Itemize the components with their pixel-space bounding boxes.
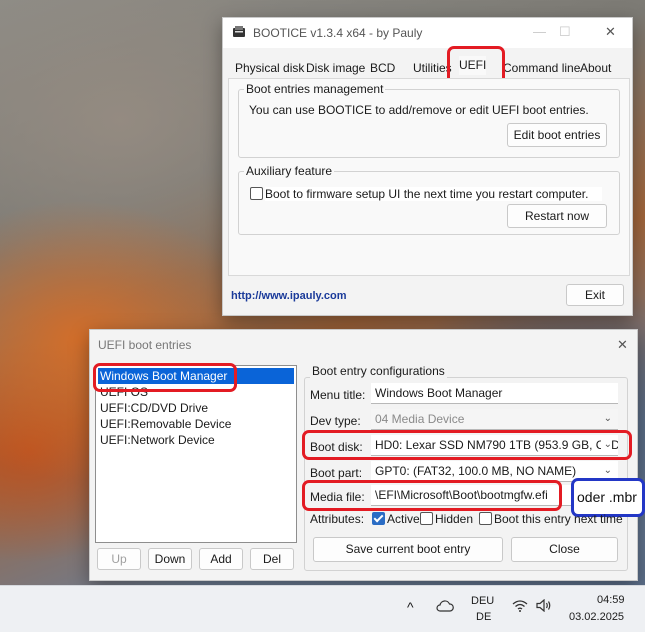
auxiliary-group-label: Auxiliary feature <box>244 164 335 178</box>
boot-part-value: GPT0: (FAT32, 100.0 MB, NO NAME) <box>375 464 577 478</box>
tab-disk-image[interactable]: Disk image <box>306 59 365 78</box>
language-indicator-top[interactable]: DEU <box>471 595 494 607</box>
chevron-up-icon[interactable]: ^ <box>407 599 414 615</box>
boot-entries-description: You can use BOOTICE to add/remove or edi… <box>249 103 589 117</box>
windows-boot-manager-highlight <box>93 363 237 392</box>
uefi-dialog-titlebar[interactable]: UEFI boot entries ✕ <box>90 330 637 360</box>
list-item[interactable]: UEFI:CD/DVD Drive <box>98 400 294 416</box>
list-item[interactable]: UEFI:Network Device <box>98 432 294 448</box>
annotation-text: oder .mbr <box>577 489 637 505</box>
boot-part-label: Boot part: <box>310 466 363 480</box>
uefi-dialog-title: UEFI boot entries <box>98 338 192 352</box>
bootice-titlebar[interactable]: BOOTICE v1.3.4 x64 - by Pauly — ☐ ✕ <box>223 18 632 48</box>
dev-type-value: 04 Media Device <box>375 412 465 426</box>
del-button[interactable]: Del <box>250 548 294 570</box>
tab-utilities[interactable]: Utilities <box>413 59 452 78</box>
dev-type-select[interactable]: 04 Media Device ⌄ <box>371 409 618 430</box>
close-button[interactable]: ✕ <box>605 24 616 40</box>
bootice-app-icon <box>232 25 246 39</box>
up-button[interactable]: Up <box>97 548 141 570</box>
tab-physical-disk[interactable]: Physical disk <box>235 59 304 78</box>
tab-about[interactable]: About <box>580 59 611 78</box>
dialog-close-button[interactable]: Close <box>511 537 618 562</box>
cloud-icon[interactable] <box>436 600 454 615</box>
bootice-title: BOOTICE v1.3.4 x64 - by Pauly <box>253 26 423 40</box>
clock-time[interactable]: 04:59 <box>597 594 625 606</box>
list-item[interactable]: UEFI:Removable Device <box>98 416 294 432</box>
tab-bcd[interactable]: BCD <box>370 59 395 78</box>
active-checkbox-label[interactable]: Active <box>387 512 420 526</box>
chevron-down-icon: ⌄ <box>603 413 612 424</box>
attributes-label: Attributes: <box>310 512 365 526</box>
hidden-checkbox[interactable] <box>420 512 433 525</box>
config-group-label: Boot entry configurations <box>310 364 447 378</box>
speaker-icon[interactable] <box>536 598 552 615</box>
firmware-setup-checkbox-label[interactable]: Boot to firmware setup UI the next time … <box>265 187 603 201</box>
exit-button[interactable]: Exit <box>566 284 624 306</box>
media-file-highlight <box>302 480 562 511</box>
edit-boot-entries-button[interactable]: Edit boot entries <box>507 123 607 147</box>
restart-now-button[interactable]: Restart now <box>507 204 607 228</box>
wifi-icon[interactable] <box>512 599 528 615</box>
boot-next-checkbox-label[interactable]: Boot this entry next time <box>494 512 623 526</box>
tab-command-line[interactable]: Command line <box>503 59 580 78</box>
boot-entries-group-label: Boot entries management <box>244 82 386 96</box>
dev-type-label: Dev type: <box>310 414 361 428</box>
add-button[interactable]: Add <box>199 548 243 570</box>
uefi-dialog-close-icon[interactable]: ✕ <box>617 337 628 353</box>
clock-date[interactable]: 03.02.2025 <box>569 611 624 623</box>
menu-title-field[interactable]: Windows Boot Manager <box>371 383 618 404</box>
save-boot-entry-button[interactable]: Save current boot entry <box>313 537 503 562</box>
boot-next-checkbox[interactable] <box>479 512 492 525</box>
language-indicator-bottom[interactable]: DE <box>476 611 491 623</box>
ipauly-link[interactable]: http://www.ipauly.com <box>231 290 347 302</box>
firmware-setup-checkbox[interactable] <box>250 187 263 200</box>
maximize-button[interactable]: ☐ <box>559 24 571 40</box>
minimize-button[interactable]: — <box>533 24 546 39</box>
menu-title-label: Menu title: <box>310 388 366 402</box>
boot-disk-highlight <box>302 430 632 460</box>
hidden-checkbox-label[interactable]: Hidden <box>435 512 473 526</box>
down-button[interactable]: Down <box>148 548 192 570</box>
active-checkbox[interactable] <box>372 512 385 525</box>
